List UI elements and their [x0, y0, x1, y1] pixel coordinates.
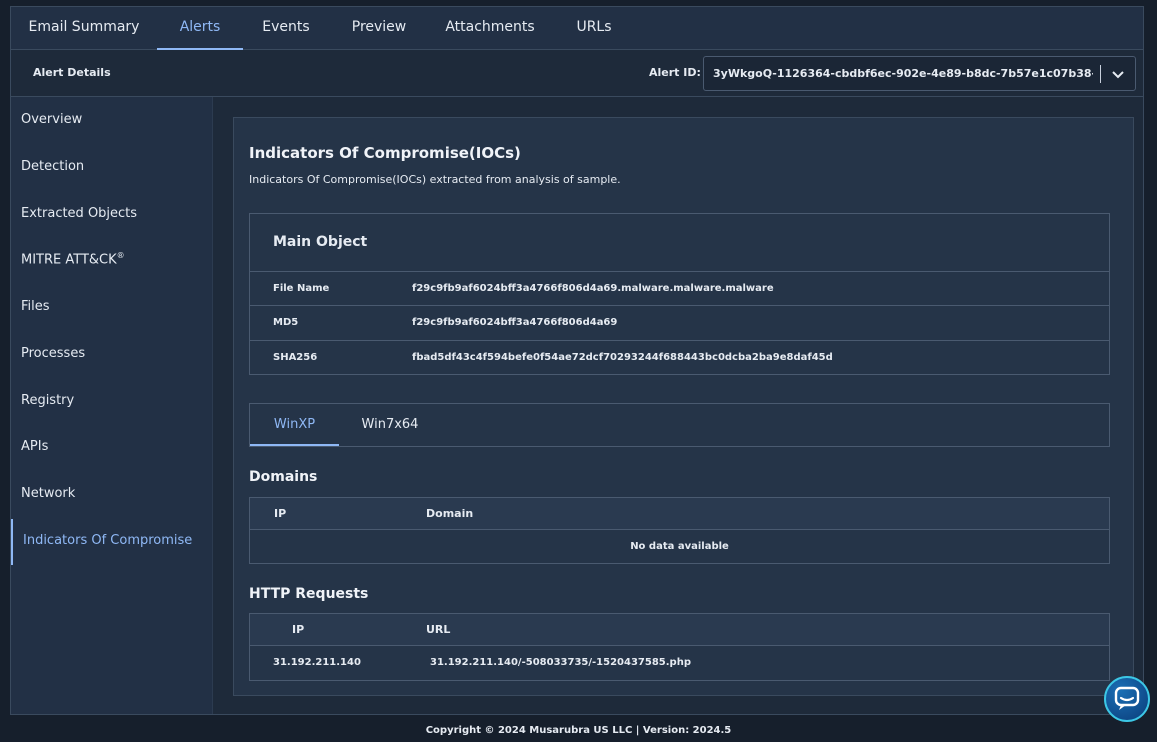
column-header-domain[interactable]: Domain [426, 507, 473, 520]
empty-row: No data available [250, 530, 1109, 564]
alert-id-label: Alert ID: [649, 66, 701, 79]
mitre-label: MITRE ATT&CK [21, 252, 117, 268]
table-row: File Name f29c9fb9af6024bff3a4766f806d4a… [250, 271, 1109, 305]
tab-email-summary[interactable]: Email Summary [11, 7, 157, 50]
http-requests-table: IP URL 31.192.211.140 31.192.211.140/-50… [249, 613, 1110, 681]
sha256-value: fbad5df43c4f594befe0f54ae72dcf70293244f6… [412, 352, 833, 363]
tab-preview[interactable]: Preview [329, 7, 429, 50]
app-frame: Email Summary Alerts Events Preview Atta… [10, 6, 1144, 715]
http-requests-table-header: IP URL [250, 614, 1109, 646]
domains-table-header: IP Domain [250, 498, 1109, 530]
sidebar-item-label: Files [21, 299, 50, 314]
md5-value: f29c9fb9af6024bff3a4766f806d4a69 [412, 317, 618, 328]
page-title: Indicators Of Compromise(IOCs) [249, 144, 521, 162]
table-row: MD5 f29c9fb9af6024bff3a4766f806d4a69 [250, 305, 1109, 339]
main-object-title: Main Object [273, 234, 368, 250]
md5-key: MD5 [273, 317, 299, 328]
domains-title: Domains [249, 469, 318, 485]
no-data-text: No data available [630, 541, 729, 552]
sidebar-item-detection[interactable]: Detection [11, 145, 213, 191]
table-row: SHA256 fbad5df43c4f594befe0f54ae72dcf702… [250, 340, 1109, 374]
sidebar-item-label: Detection [21, 159, 85, 174]
select-divider [1100, 65, 1101, 83]
os-tabs: WinXP Win7x64 [249, 403, 1110, 447]
ioc-content: Indicators Of Compromise(IOCs) Indicator… [233, 117, 1134, 696]
table-row: 31.192.211.140 31.192.211.140/-508033735… [250, 646, 1109, 680]
alert-details-title: Alert Details [33, 66, 111, 79]
file-name-key: File Name [273, 283, 330, 294]
chat-button[interactable] [1104, 676, 1150, 722]
top-nav: Email Summary Alerts Events Preview Atta… [11, 7, 1143, 50]
sidebar-item-apis[interactable]: APIs [11, 425, 213, 471]
tab-winxp[interactable]: WinXP [250, 404, 339, 446]
sidebar-item-label: Processes [21, 346, 86, 361]
sidebar-item-files[interactable]: Files [11, 285, 213, 331]
alert-id-select[interactable]: 3yWkgoQ-1126364-cbdbf6ec-902e-4e89-b8dc-… [703, 56, 1136, 91]
sidebar-item-network[interactable]: Network [11, 472, 213, 518]
sidebar-item-registry[interactable]: Registry [11, 379, 213, 425]
sidebar-item-overview[interactable]: Overview [11, 98, 213, 144]
column-header-ip[interactable]: IP [274, 507, 286, 520]
domains-table: IP Domain No data available [249, 497, 1110, 564]
sidebar-item-mitre-attack[interactable]: MITRE ATT&CK® [11, 237, 213, 283]
sidebar-item-processes[interactable]: Processes [11, 332, 213, 378]
chevron-down-icon[interactable] [1109, 65, 1127, 83]
http-requests-title: HTTP Requests [249, 586, 369, 602]
tab-alerts[interactable]: Alerts [157, 7, 243, 50]
registered-mark: ® [116, 251, 125, 260]
tab-events[interactable]: Events [243, 7, 329, 50]
request-ip: 31.192.211.140 [273, 657, 361, 668]
alert-id-value: 3yWkgoQ-1126364-cbdbf6ec-902e-4e89-b8dc-… [713, 67, 1093, 80]
sidebar-item-label: Indicators Of Compromise [23, 533, 193, 548]
main-object-panel: Main Object File Name f29c9fb9af6024bff3… [249, 213, 1110, 375]
sidebar-item-label: Overview [21, 112, 83, 127]
chat-bubble-icon [1114, 686, 1140, 710]
file-name-value: f29c9fb9af6024bff3a4766f806d4a69.malware… [412, 283, 774, 294]
column-header-url[interactable]: URL [426, 623, 450, 636]
tab-urls[interactable]: URLs [551, 7, 637, 50]
column-header-ip[interactable]: IP [292, 623, 304, 636]
sidebar-item-label: Registry [21, 393, 75, 408]
request-url: 31.192.211.140/-508033735/-1520437585.ph… [430, 657, 691, 668]
sidebar-item-indicators-of-compromise[interactable]: Indicators Of Compromise [11, 519, 213, 565]
alert-details-header: Alert Details Alert ID: 3yWkgoQ-1126364-… [11, 50, 1143, 97]
tab-attachments[interactable]: Attachments [429, 7, 551, 50]
sidebar-item-label: MITRE ATT&CK® [21, 251, 125, 267]
page-subtitle: Indicators Of Compromise(IOCs) extracted… [249, 173, 621, 186]
sidebar-item-label: Network [21, 486, 76, 501]
footer-copyright: Copyright © 2024 Musarubra US LLC | Vers… [425, 725, 732, 736]
sidebar-item-label: APIs [21, 439, 49, 454]
sha256-key: SHA256 [273, 352, 318, 363]
sidebar: Overview Detection Extracted Objects MIT… [11, 97, 213, 714]
sidebar-item-label: Extracted Objects [21, 206, 138, 221]
sidebar-item-extracted-objects[interactable]: Extracted Objects [11, 192, 213, 238]
tab-win7x64[interactable]: Win7x64 [345, 404, 435, 446]
